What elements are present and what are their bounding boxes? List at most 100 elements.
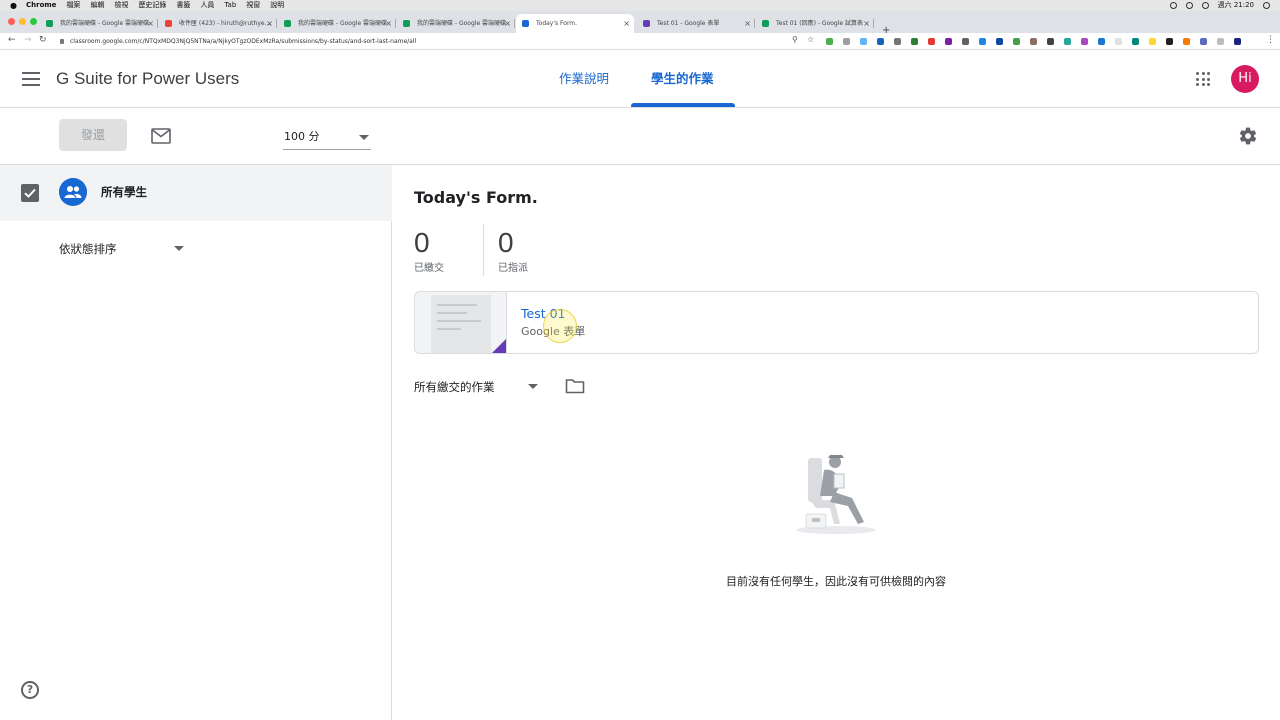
folder-icon[interactable]: [565, 378, 585, 394]
extension-icon[interactable]: [1149, 38, 1156, 45]
return-button[interactable]: 發還: [59, 119, 127, 151]
menubar-item[interactable]: Chrome: [26, 0, 56, 11]
address-bar[interactable]: classroom.google.com/c/NTQxMDQ3NjQ5NTNa/…: [54, 35, 814, 48]
macos-menubar: ● Chrome 檔案 編輯 檢視 歷史記錄 書籤 人員 Tab 視窗 說明 週六 21:20: [0, 0, 1280, 11]
extension-icon[interactable]: [843, 38, 850, 45]
extension-icon[interactable]: [962, 38, 969, 45]
back-icon[interactable]: ←: [8, 35, 16, 45]
points-select[interactable]: 100 分: [283, 126, 371, 150]
menubar-clock[interactable]: 週六 21:20: [1218, 0, 1254, 11]
extension-icon[interactable]: [1166, 38, 1173, 45]
browser-tab[interactable]: 我的雲端硬碟 - Google 雲端硬碟 ×: [278, 14, 396, 33]
menubar-item[interactable]: 人員: [200, 0, 214, 11]
close-tab-icon[interactable]: ×: [147, 14, 154, 33]
main-menu-button[interactable]: [22, 72, 40, 86]
spotlight-icon[interactable]: [1263, 2, 1270, 9]
minimize-window-button[interactable]: [19, 18, 26, 25]
extension-icon[interactable]: [945, 38, 952, 45]
menubar-item[interactable]: 說明: [270, 0, 284, 11]
close-tab-icon[interactable]: ×: [504, 14, 511, 33]
browser-tab[interactable]: 收件匣 (423) - hiruth@ruthye... ×: [159, 14, 277, 33]
attachment-card[interactable]: Test 01 Google 表單: [414, 291, 1259, 354]
tab-title: Today's Form.: [536, 20, 578, 27]
extension-icon[interactable]: [911, 38, 918, 45]
extension-icon[interactable]: [1200, 38, 1207, 45]
close-tab-icon[interactable]: ×: [266, 14, 273, 33]
sort-select[interactable]: 依狀態排序: [59, 238, 187, 260]
all-students-row[interactable]: 所有學生: [0, 165, 392, 221]
menubar-menus: Chrome 檔案 編輯 檢視 歷史記錄 書籤 人員 Tab 視窗 說明: [26, 0, 284, 11]
browser-tab[interactable]: Today's Form. ×: [516, 14, 634, 33]
zoom-icon[interactable]: ⚲: [792, 35, 798, 44]
menubar-item[interactable]: Tab: [224, 0, 236, 11]
extension-icon[interactable]: [1234, 38, 1241, 45]
avatar[interactable]: Hi: [1231, 65, 1259, 93]
status-icon[interactable]: [1169, 2, 1177, 9]
menubar-item[interactable]: 編輯: [90, 0, 104, 11]
favicon-icon: [284, 20, 291, 27]
zoom-window-button[interactable]: [30, 18, 37, 25]
menubar-item[interactable]: 檔案: [66, 0, 80, 11]
extension-icon[interactable]: [826, 38, 833, 45]
extension-icon[interactable]: [928, 38, 935, 45]
extension-icon[interactable]: [860, 38, 867, 45]
browser-menu-icon[interactable]: ⋮: [1266, 35, 1275, 45]
forward-icon[interactable]: →: [24, 35, 32, 45]
browser-tab[interactable]: Test 01 (回應) - Google 試算表 ×: [756, 14, 874, 33]
course-title[interactable]: G Suite for Power Users: [56, 66, 239, 92]
extension-icon[interactable]: [1081, 38, 1088, 45]
menubar-tray: 週六 21:20: [1169, 0, 1270, 11]
close-window-button[interactable]: [8, 18, 15, 25]
apple-icon[interactable]: ●: [10, 0, 17, 11]
browser-tab[interactable]: 我的雲端硬碟 - Google 雲端硬碟 ×: [40, 14, 158, 33]
favicon-icon: [46, 20, 53, 27]
menubar-item[interactable]: 檢視: [114, 0, 128, 11]
extension-icon[interactable]: [1098, 38, 1105, 45]
browser-tab[interactable]: Test 01 - Google 表單 ×: [637, 14, 755, 33]
extension-icon[interactable]: [894, 38, 901, 45]
attachment-name[interactable]: Test 01: [521, 305, 566, 323]
form-thumbnail: [415, 292, 507, 353]
bookmark-star-icon[interactable]: ☆: [807, 35, 814, 44]
tab-student-work[interactable]: 學生的作業: [651, 70, 714, 88]
extension-icon[interactable]: [1183, 38, 1190, 45]
close-tab-icon[interactable]: ×: [385, 14, 392, 33]
extension-icon[interactable]: [979, 38, 986, 45]
extension-icon[interactable]: [1013, 38, 1020, 45]
browser-toolbar: ← → ↻ classroom.google.com/c/NTQxMDQ3NjQ…: [0, 33, 1280, 50]
tab-title: 我的雲端硬碟 - Google 雲端硬碟: [417, 20, 507, 27]
close-tab-icon[interactable]: ×: [863, 14, 870, 33]
chevron-down-icon: [174, 246, 184, 251]
tab-title: 我的雲端硬碟 - Google 雲端硬碟: [298, 20, 388, 27]
wifi-icon[interactable]: [1201, 2, 1209, 9]
menubar-item[interactable]: 書籤: [176, 0, 190, 11]
browser-tab[interactable]: 我的雲端硬碟 - Google 雲端硬碟 ×: [397, 14, 515, 33]
extension-icon[interactable]: [1047, 38, 1054, 45]
submission-filter-select[interactable]: 所有繳交的作業: [414, 376, 540, 398]
url-text: classroom.google.com/c/NTQxMDQ3NjQ5NTNa/…: [70, 38, 417, 45]
extension-icon[interactable]: [1030, 38, 1037, 45]
close-tab-icon[interactable]: ×: [623, 14, 630, 33]
email-icon[interactable]: [151, 128, 171, 144]
extension-icon[interactable]: [1115, 38, 1122, 45]
all-students-label: 所有學生: [101, 185, 147, 199]
status-icon[interactable]: [1185, 2, 1193, 9]
turned-in-count: 0: [414, 227, 430, 258]
google-apps-icon[interactable]: [1196, 72, 1210, 86]
sort-label: 依狀態排序: [59, 242, 117, 256]
extension-icon[interactable]: [1064, 38, 1071, 45]
close-tab-icon[interactable]: ×: [744, 14, 751, 33]
help-icon[interactable]: ?: [21, 681, 39, 699]
extension-icon[interactable]: [877, 38, 884, 45]
extension-icon[interactable]: [996, 38, 1003, 45]
extension-icon[interactable]: [1132, 38, 1139, 45]
assignment-title: Today's Form.: [414, 188, 538, 207]
menubar-item[interactable]: 視窗: [246, 0, 260, 11]
select-all-checkbox[interactable]: [21, 184, 39, 202]
menubar-item[interactable]: 歷史記錄: [138, 0, 166, 11]
tab-instructions[interactable]: 作業說明: [559, 70, 609, 88]
gear-icon[interactable]: [1238, 126, 1258, 146]
reading-person-illustration: [796, 455, 876, 534]
reload-icon[interactable]: ↻: [39, 35, 47, 45]
extension-icon[interactable]: [1217, 38, 1224, 45]
